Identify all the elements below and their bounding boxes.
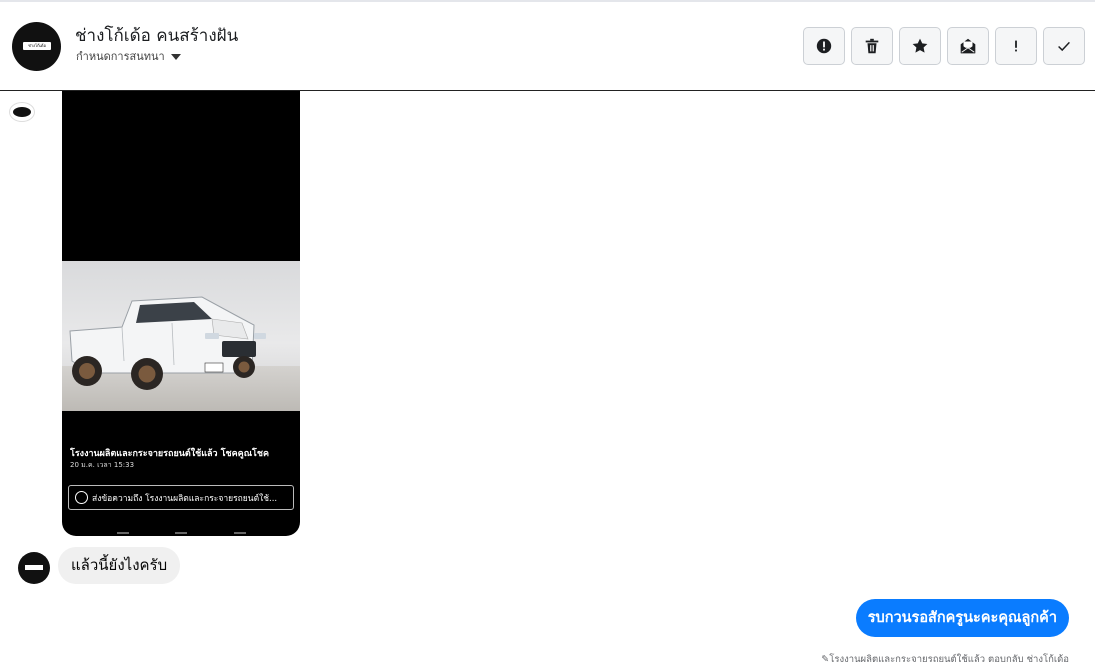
avatar-logo-text: ช่างโก้เด้อ — [23, 42, 51, 50]
caret-down-icon — [170, 53, 181, 60]
ad-timestamp: 20 ม.ค. เวลา 15:33 — [70, 461, 135, 469]
check-icon — [1058, 41, 1070, 52]
sender-avatar[interactable] — [18, 552, 50, 584]
assign-conversation-dropdown[interactable]: กำหนดการสนทนา — [76, 47, 181, 65]
envelope-open-icon — [960, 38, 976, 54]
done-button[interactable] — [1043, 27, 1085, 65]
assign-conversation-label: กำหนดการสนทนา — [76, 50, 165, 63]
ad-page-title: โรงงานผลิตและกระจายรถยนต์ใช้แล้ว โชคคูณโ… — [70, 449, 270, 459]
star-button[interactable] — [899, 27, 941, 65]
send-message-label: ส่งข้อความถึง โรงงานผลิตและกระจายรถยนต์ใ… — [92, 493, 278, 504]
contact-name: ช่างโก้เด้อ คนสร้างฝัน — [75, 26, 239, 46]
incoming-message: แล้วนี้ยังไงครับ — [58, 547, 181, 584]
reply-attribution: ✎โรงงานผลิตและกระจายรถยนต์ใช้แล้ว ตอบกลั… — [821, 654, 1069, 665]
star-icon — [912, 38, 928, 53]
phone-nav-bar — [62, 528, 300, 536]
exclamation-icon — [1015, 40, 1017, 52]
shared-ad-screenshot[interactable]: โรงงานผลิตและกระจายรถยนต์ใช้แล้ว โชคคูณโ… — [62, 91, 300, 536]
conversation-header: ช่างโก้เด้อ ช่างโก้เด้อ คนสร้างฝัน กำหนด… — [0, 2, 1095, 91]
mark-unread-button[interactable] — [947, 27, 989, 65]
car-photo — [62, 261, 300, 411]
alert-circle-icon — [816, 38, 832, 54]
messenger-icon — [75, 491, 88, 504]
pickup-truck-image — [69, 296, 266, 390]
outgoing-message: รบกวนรอสักครูนะคะคุณลูกค้า — [855, 599, 1069, 637]
action-toolbar — [803, 27, 1085, 65]
report-spam-button[interactable] — [803, 27, 845, 65]
trash-icon — [865, 38, 879, 54]
follow-up-button[interactable] — [995, 27, 1037, 65]
send-message-button[interactable]: ส่งข้อความถึง โรงงานผลิตและกระจายรถยนต์ใ… — [68, 485, 294, 510]
sender-avatar — [9, 102, 35, 122]
delete-button[interactable] — [851, 27, 893, 65]
avatar[interactable]: ช่างโก้เด้อ — [12, 22, 61, 71]
message-thread: โรงงานผลิตและกระจายรถยนต์ใช้แล้ว โชคคูณโ… — [0, 91, 1095, 667]
